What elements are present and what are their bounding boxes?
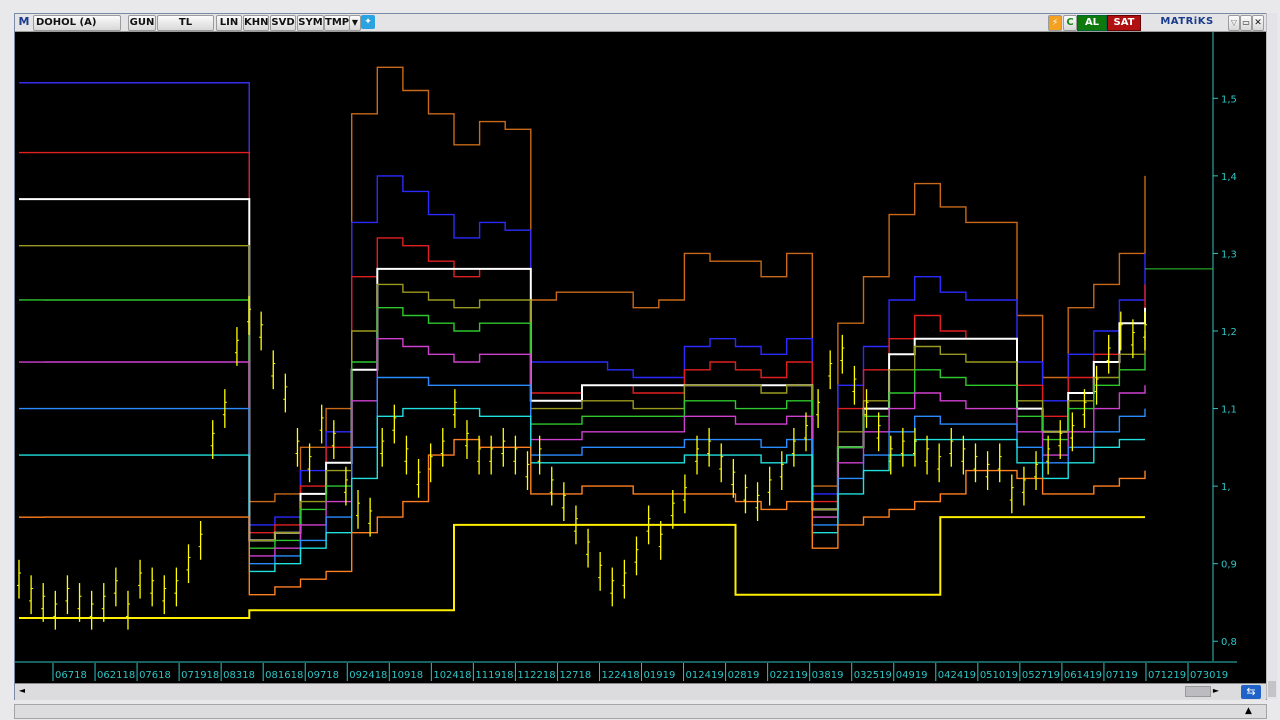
scroll-left-icon[interactable]: ◄ — [17, 686, 27, 696]
y-tick-label: 1,1 — [1221, 405, 1237, 416]
khn-button[interactable]: KHN — [243, 15, 269, 31]
y-tick-label: 1,5 — [1221, 94, 1237, 105]
date-axis: 06718 062118 07618 071918 08318 081618 09718 09… — [15, 661, 1237, 683]
y-tick-label: 1,3 — [1221, 249, 1237, 260]
x-tick-label: 02819 — [728, 670, 760, 681]
scroll-down-icon[interactable]: ▲ — [1245, 705, 1252, 717]
scroll-right-icon[interactable]: ► — [1211, 686, 1221, 696]
template-button[interactable]: TMP — [324, 15, 350, 31]
close-icon[interactable]: ✕ — [1252, 15, 1264, 31]
x-tick-label: 071918 — [181, 670, 219, 681]
y-tick-label: 1,4 — [1221, 172, 1237, 183]
x-tick-label: 111918 — [475, 670, 513, 681]
svd-button[interactable]: SVD — [270, 15, 296, 31]
x-tick-label: 122418 — [601, 670, 639, 681]
x-tick-label: 07618 — [139, 670, 171, 681]
y-tick-label: 0,9 — [1221, 560, 1237, 571]
x-tick-label: 051019 — [980, 670, 1018, 681]
x-tick-label: 09718 — [307, 670, 339, 681]
x-tick-label: 061419 — [1064, 670, 1102, 681]
sync-icon[interactable]: ⇆ — [1241, 685, 1261, 699]
period-button[interactable]: GUN — [128, 15, 156, 31]
collapse-icon[interactable]: ▽ — [1228, 15, 1240, 31]
sell-button[interactable]: SAT — [1107, 15, 1141, 31]
refresh-icon[interactable]: C — [1063, 15, 1077, 31]
y-tick-label: 1, — [1221, 482, 1231, 493]
symbol-selector[interactable]: DOHOL (A) — [33, 15, 121, 31]
x-tick-label: 073019 — [1190, 670, 1228, 681]
x-tick-label: 10918 — [391, 670, 423, 681]
x-tick-label: 04919 — [896, 670, 928, 681]
y-tick-label: 1,2 — [1221, 327, 1237, 338]
minimize-icon[interactable]: ▭ — [1240, 15, 1252, 31]
dropdown-arrow-icon[interactable]: ▼ — [349, 15, 361, 31]
x-tick-label: 052719 — [1022, 670, 1060, 681]
x-tick-label: 071219 — [1148, 670, 1186, 681]
horizontal-scrollbar[interactable]: ◄ ► ⇆ — [15, 683, 1266, 700]
sym-button[interactable]: SYM — [297, 15, 324, 31]
x-tick-label: 102418 — [433, 670, 471, 681]
x-tick-label: 12718 — [559, 670, 591, 681]
scroll-thumb[interactable] — [1185, 686, 1211, 697]
x-tick-label: 03819 — [812, 670, 844, 681]
x-tick-label: 112218 — [517, 670, 555, 681]
x-tick-label: 081618 — [265, 670, 303, 681]
x-tick-label: 042419 — [938, 670, 976, 681]
x-tick-label: 062118 — [97, 670, 135, 681]
x-tick-label: 01919 — [644, 670, 676, 681]
x-tick-label: 08318 — [223, 670, 255, 681]
chart-window: M DOHOL (A) GUN TL LIN KHN SVD SYM TMP ▼… — [14, 13, 1267, 700]
x-tick-label: 012419 — [686, 670, 724, 681]
right-scrollbar[interactable] — [1266, 13, 1277, 699]
bottom-scrollbar[interactable]: ▲ — [14, 704, 1267, 719]
twitter-icon[interactable]: ✦ — [361, 15, 375, 29]
x-tick-label: 07119 — [1106, 670, 1138, 681]
matriks-logo[interactable]: M — [17, 15, 31, 29]
currency-button[interactable]: TL — [157, 15, 214, 31]
y-tick-label: 0,8 — [1221, 637, 1237, 648]
x-tick-label: 022119 — [770, 670, 808, 681]
scale-button[interactable]: LIN — [216, 15, 242, 31]
x-tick-label: 06718 — [55, 670, 87, 681]
price-chart[interactable]: 1,5 1,4 1,3 1,2 1,1 1, 0,9 0,8 — [15, 32, 1237, 661]
buy-button[interactable]: AL — [1077, 15, 1107, 31]
toolbar: M DOHOL (A) GUN TL LIN KHN SVD SYM TMP ▼… — [15, 14, 1266, 32]
right-scroll-thumb[interactable] — [1268, 681, 1276, 697]
lightning-icon[interactable]: ⚡ — [1048, 15, 1062, 31]
brand-label: MATRiKS — [1160, 16, 1214, 27]
x-tick-label: 032519 — [854, 670, 892, 681]
x-tick-label: 092418 — [349, 670, 387, 681]
